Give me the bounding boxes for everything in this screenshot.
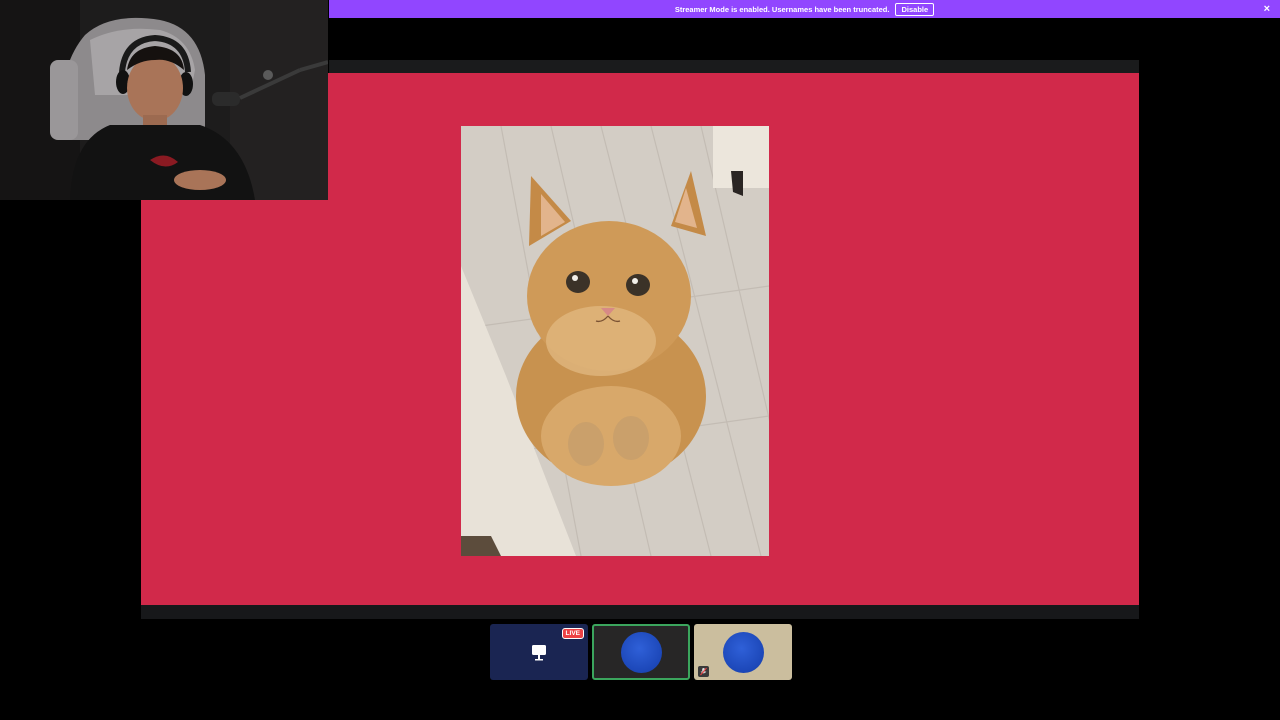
disable-streamer-mode-button[interactable]: Disable	[895, 2, 935, 16]
discord-call-window: Streamer Mode is enabled. Usernames have…	[0, 0, 1280, 720]
screen-share-tile[interactable]: LIVE	[490, 624, 588, 680]
live-badge: LIVE	[561, 628, 584, 639]
participant-tiles: LIVE	[490, 624, 792, 680]
close-icon[interactable]: ×	[1264, 2, 1270, 16]
streamer-mode-notice-bar: Streamer Mode is enabled. Usernames have…	[329, 0, 1280, 18]
stage-bottom-bar	[141, 605, 1139, 619]
kitten-photo	[461, 126, 769, 556]
stage-top-bar	[329, 60, 1139, 73]
streamer-mode-notice-text: Streamer Mode is enabled. Usernames have…	[674, 4, 890, 14]
avatar	[722, 631, 764, 673]
avatar	[620, 631, 662, 673]
participant-tile-muted[interactable]	[694, 624, 792, 680]
streamer-webcam-overlay	[0, 0, 328, 200]
participant-tile-speaking[interactable]	[592, 624, 690, 680]
mic-muted-icon	[698, 666, 709, 677]
screen-share-icon	[526, 641, 552, 663]
